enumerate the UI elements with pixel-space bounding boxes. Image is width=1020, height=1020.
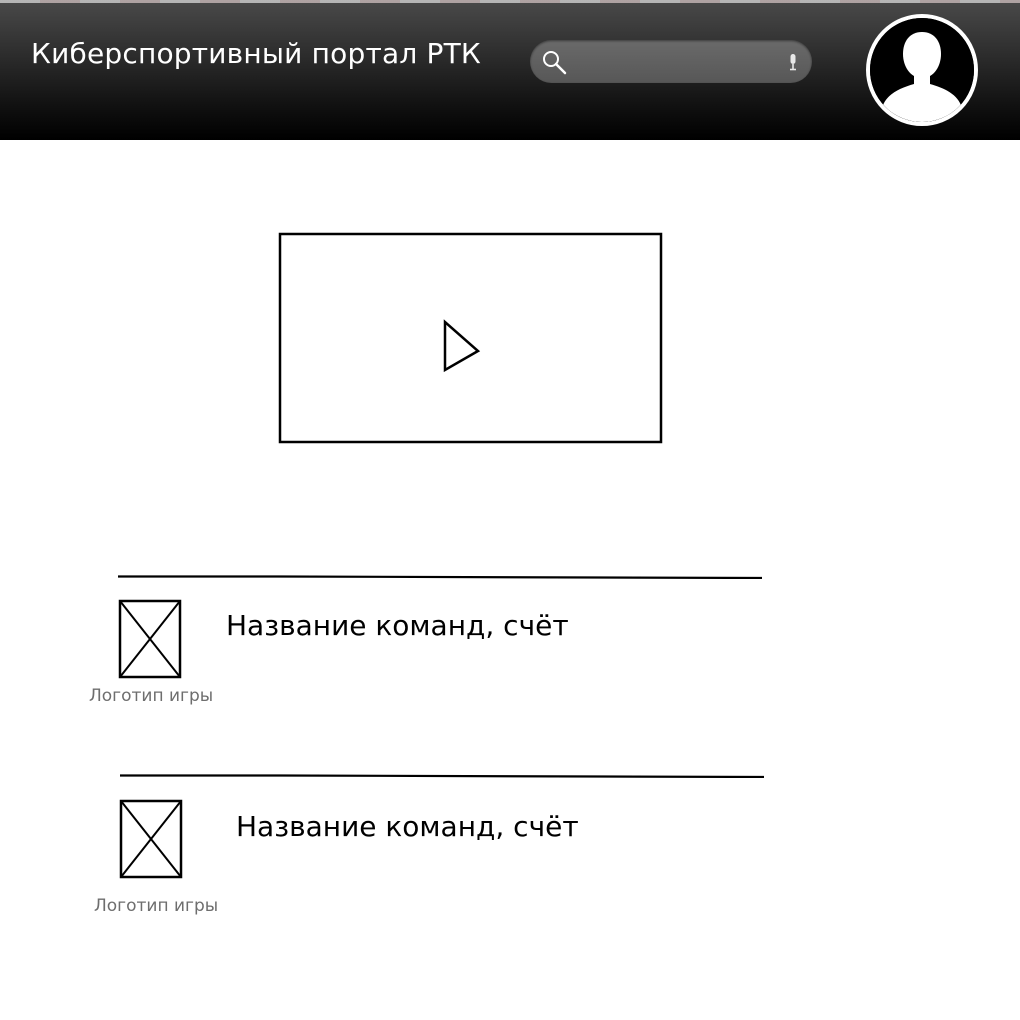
search-input[interactable] <box>576 46 770 78</box>
user-avatar-icon[interactable] <box>866 14 978 126</box>
video-player[interactable] <box>278 230 664 446</box>
image-placeholder-icon <box>119 799 183 879</box>
search-icon[interactable] <box>540 48 570 78</box>
match-divider <box>120 774 765 778</box>
game-logo-caption: Логотип игры <box>89 686 214 706</box>
match-divider <box>118 575 763 579</box>
game-logo-caption: Логотип игры <box>94 896 219 916</box>
microphone-icon[interactable] <box>786 52 800 72</box>
match-title[interactable]: Название команд, счёт <box>226 609 569 643</box>
site-title[interactable]: Киберспортивный портал РТК <box>31 36 481 72</box>
header-top-stripe <box>0 0 1020 3</box>
match-title[interactable]: Название команд, счёт <box>236 810 579 844</box>
page: Киберспортивный портал РТК Логотип игры … <box>0 0 1020 1020</box>
header-bar: Киберспортивный портал РТК <box>0 0 1020 140</box>
user-silhouette <box>870 18 974 122</box>
search-box[interactable] <box>530 40 812 83</box>
image-placeholder-icon <box>118 599 182 679</box>
